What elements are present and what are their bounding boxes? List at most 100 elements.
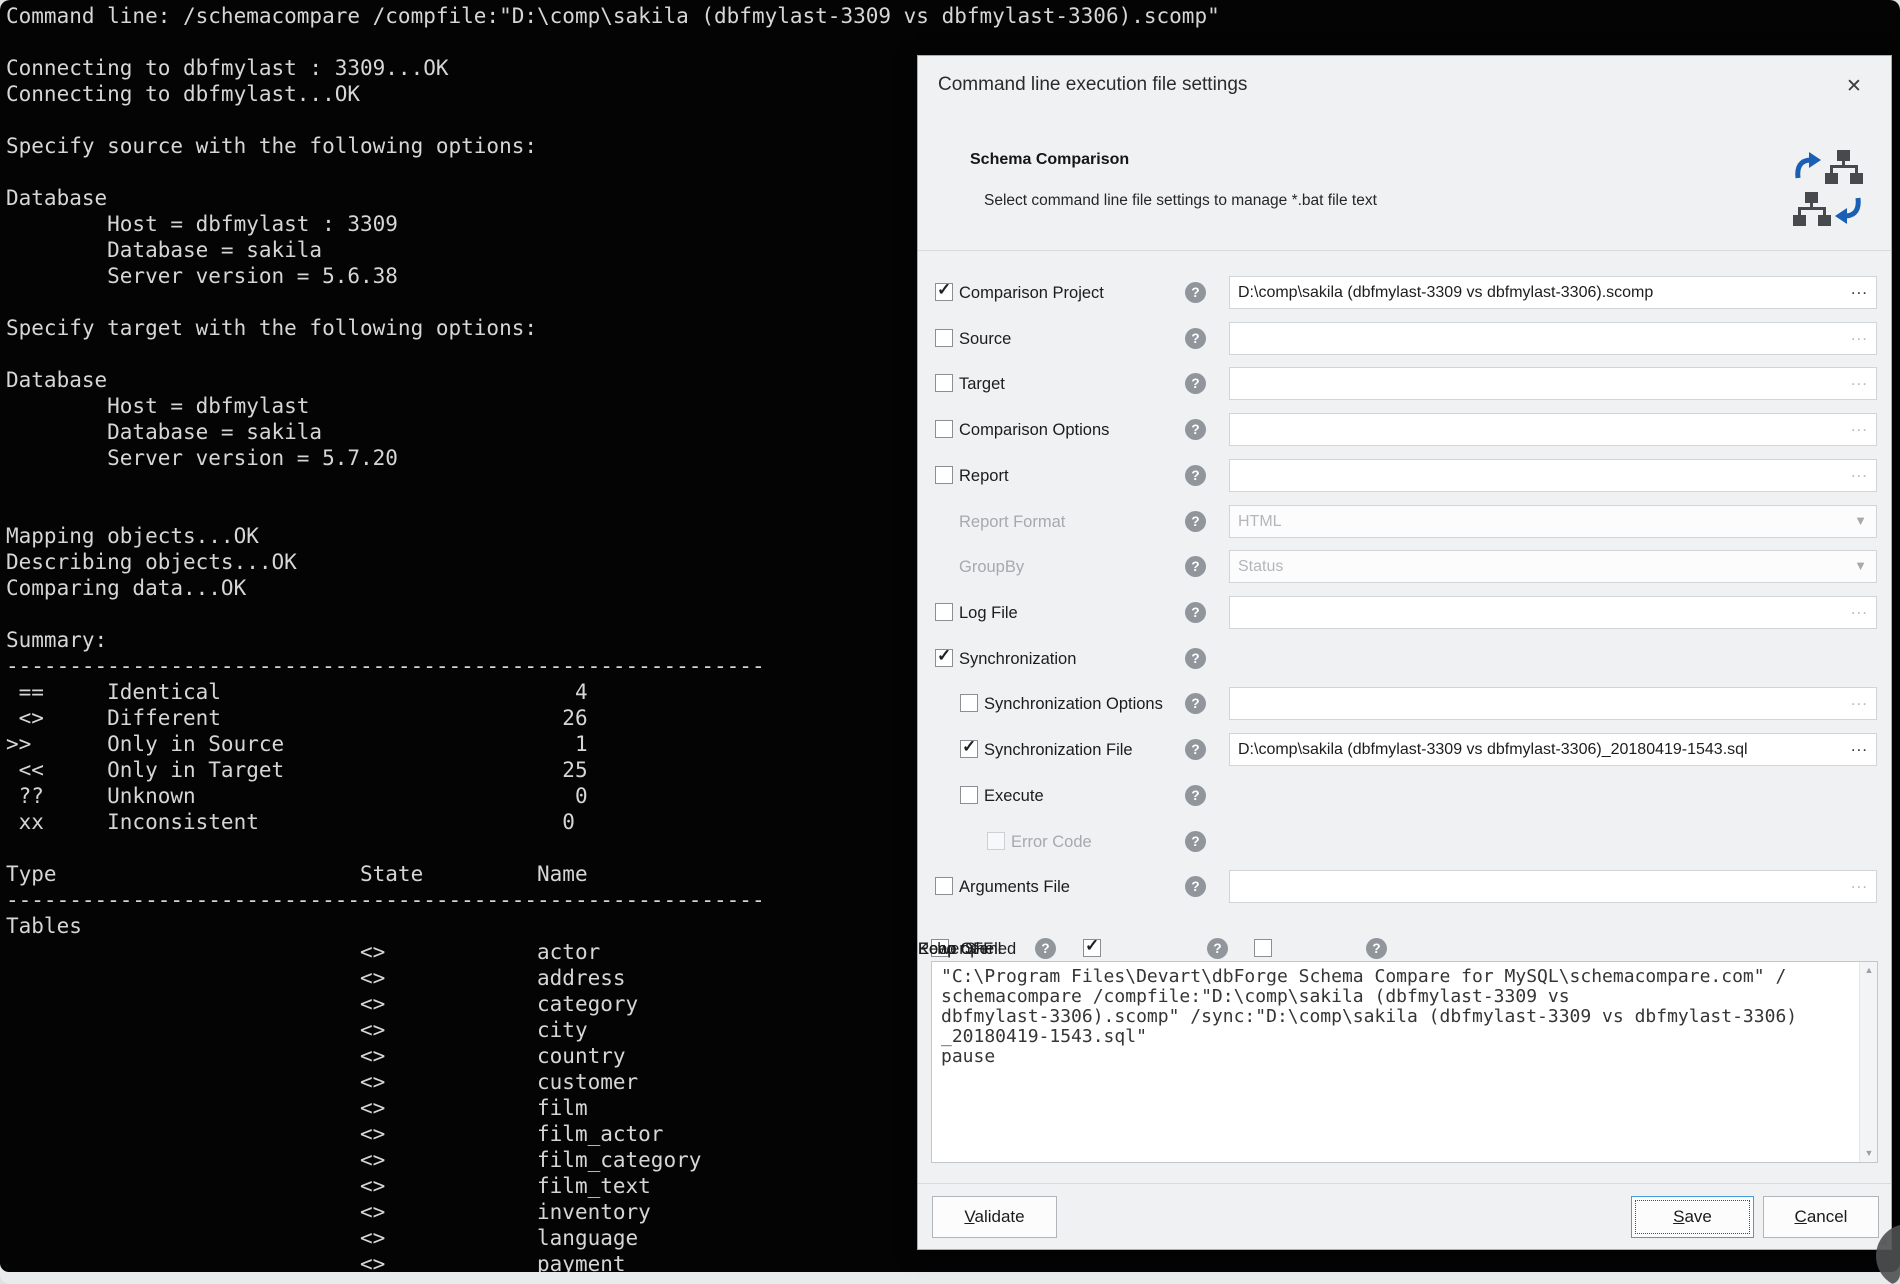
comparison-options-field[interactable]: ... [1229,413,1877,446]
row-target: Target ? ... [918,367,1891,401]
help-icon[interactable]: ? [1185,831,1206,852]
help-icon[interactable]: ? [1185,373,1206,394]
error-code-label: Error Code [1011,825,1092,859]
bat-script-text: "C:\Program Files\Devart\dbForge Schema … [932,962,1877,1067]
row-comparison-options: Comparison Options ? ... [918,413,1891,447]
synchronization-label: Synchronization [959,642,1076,676]
target-checkbox[interactable] [935,374,953,392]
schema-compare-icon [1793,148,1863,228]
comparison-project-checkbox[interactable]: ✓ [935,283,953,301]
synchronization-file-label: Synchronization File [984,733,1133,767]
help-icon[interactable]: ? [1185,785,1206,806]
browse-icon[interactable]: ... [1851,273,1868,304]
arguments-file-checkbox[interactable] [935,877,953,895]
footer-divider [918,1183,1891,1184]
row-synchronization-options: Synchronization Options ? ... [918,687,1891,721]
scroll-down-icon[interactable]: ▼ [1860,1145,1878,1162]
browse-icon[interactable]: ... [1851,593,1868,624]
source-checkbox[interactable] [935,329,953,347]
report-format-dropdown: HTML ▼ [1229,505,1877,538]
dialog-title: Command line execution file settings [938,74,1247,96]
comparison-options-label: Comparison Options [959,413,1109,447]
comparison-project-label: Comparison Project [959,276,1104,310]
report-field[interactable]: ... [1229,459,1877,492]
arguments-file-field[interactable]: ... [1229,870,1877,903]
screenshot-frame: Command line: /schemacompare /compfile:"… [0,0,1900,1284]
row-log-file: Log File ? ... [918,596,1891,630]
keep-opened-checkbox[interactable]: ✓ [1083,939,1101,957]
execute-label: Execute [984,779,1044,813]
help-icon[interactable]: ? [1185,739,1206,760]
row-synchronization-file: ✓ Synchronization File ? D:\comp\sakila … [918,733,1891,767]
cancel-button[interactable]: Cancel [1763,1196,1879,1238]
row-execute: Execute ? [918,779,1891,813]
help-icon[interactable]: ? [1185,328,1206,349]
help-icon[interactable]: ? [1207,938,1228,959]
row-report: Report ? ... [918,459,1891,493]
save-button[interactable]: Save [1631,1196,1754,1238]
row-groupby: GroupBy ? Status ▼ [918,550,1891,584]
error-code-checkbox [987,832,1005,850]
browse-icon[interactable]: ... [1851,684,1868,715]
browse-icon[interactable]: ... [1851,730,1868,761]
groupby-label: GroupBy [959,550,1024,584]
help-icon[interactable]: ? [1185,876,1206,897]
synchronization-file-field[interactable]: D:\comp\sakila (dbfmylast-3309 vs dbfmyl… [1229,733,1877,766]
row-error-code: Error Code ? [918,825,1891,859]
row-arguments-file: Arguments File ? ... [918,870,1891,904]
comparison-options-checkbox[interactable] [935,420,953,438]
help-icon[interactable]: ? [1185,693,1206,714]
chevron-down-icon: ▼ [1854,551,1867,580]
browse-icon[interactable]: ... [1851,410,1868,441]
check-icon: ✓ [962,737,976,757]
row-source: Source ? ... [918,322,1891,356]
source-label: Source [959,322,1011,356]
chevron-down-icon: ▼ [1854,506,1867,535]
target-field[interactable]: ... [1229,367,1877,400]
synchronization-options-label: Synchronization Options [984,687,1163,721]
help-icon[interactable]: ? [1185,511,1206,532]
browse-icon[interactable]: ... [1851,867,1868,898]
report-checkbox[interactable] [935,466,953,484]
help-icon[interactable]: ? [1185,419,1206,440]
validate-button[interactable]: Validate [932,1196,1057,1238]
row-report-format: Report Format ? HTML ▼ [918,505,1891,539]
schema-comparison-subtext: Select command line file settings to man… [984,192,1377,210]
scrollbar[interactable]: ▲ ▼ [1859,962,1877,1162]
execute-checkbox[interactable] [960,786,978,804]
report-label: Report [959,459,1009,493]
synchronization-checkbox[interactable]: ✓ [935,649,953,667]
check-icon: ✓ [1085,936,1099,956]
report-format-label: Report Format [959,505,1065,539]
bat-script-textarea[interactable]: "C:\Program Files\Devart\dbForge Schema … [931,961,1878,1163]
comparison-project-field[interactable]: D:\comp\sakila (dbfmylast-3309 vs dbfmyl… [1229,276,1877,309]
browse-icon[interactable]: ... [1851,319,1868,350]
help-icon[interactable]: ? [1185,556,1206,577]
log-file-checkbox[interactable] [935,603,953,621]
check-icon: ✓ [937,646,951,666]
help-icon[interactable]: ? [1185,465,1206,486]
help-icon[interactable]: ? [1035,938,1056,959]
help-icon[interactable]: ? [1366,938,1387,959]
scroll-up-icon[interactable]: ▲ [1860,962,1878,979]
close-icon[interactable]: ✕ [1839,72,1869,102]
synchronization-options-checkbox[interactable] [960,694,978,712]
synchronization-options-field[interactable]: ... [1229,687,1877,720]
row-synchronization: ✓ Synchronization ? [918,642,1891,676]
target-label: Target [959,367,1005,401]
check-icon: ✓ [937,280,951,300]
synchronization-file-checkbox[interactable]: ✓ [960,740,978,758]
groupby-dropdown: Status ▼ [1229,550,1877,583]
browse-icon[interactable]: ... [1851,364,1868,395]
arguments-file-label: Arguments File [959,870,1070,904]
row-comparison-project: ✓ Comparison Project ? D:\comp\sakila (d… [918,276,1891,310]
browse-icon[interactable]: ... [1851,456,1868,487]
source-field[interactable]: ... [1229,322,1877,355]
log-file-field[interactable]: ... [1229,596,1877,629]
help-icon[interactable]: ? [1185,648,1206,669]
schema-comparison-heading: Schema Comparison [970,151,1129,169]
help-icon[interactable]: ? [1185,282,1206,303]
help-icon[interactable]: ? [1185,602,1206,623]
powershell-checkbox[interactable] [1254,939,1272,957]
command-line-settings-dialog: Command line execution file settings ✕ S… [917,55,1892,1250]
